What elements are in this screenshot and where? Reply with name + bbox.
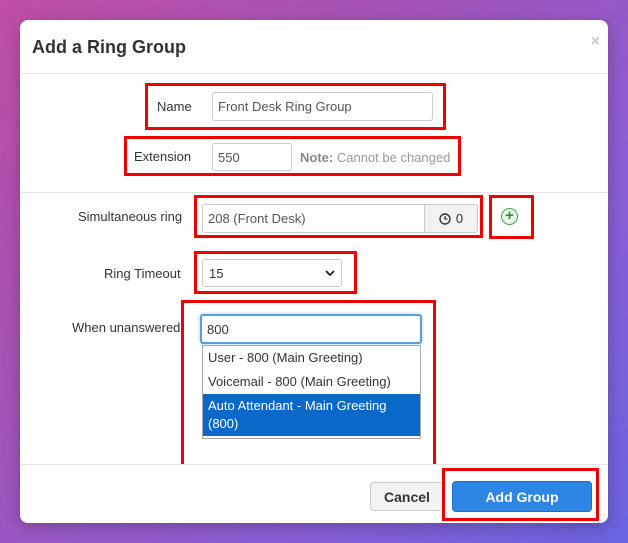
extension-input[interactable]: 550	[212, 143, 292, 171]
add-ring-group-dialog: Add a Ring Group × Name Front Desk Ring …	[20, 20, 608, 523]
close-icon[interactable]: ×	[591, 33, 600, 51]
extension-label: Extension	[134, 149, 192, 164]
chevron-down-icon	[325, 269, 335, 276]
add-group-button[interactable]: Add Group	[452, 481, 592, 512]
note-prefix: Note:	[300, 150, 334, 165]
name-input[interactable]: Front Desk Ring Group	[212, 92, 433, 121]
note-text: Cannot be changed	[336, 150, 451, 165]
when-unanswered-input[interactable]: 800	[200, 314, 422, 344]
ring-delay-value: 0	[455, 211, 464, 226]
dialog-footer: Cancel Add Group	[20, 464, 608, 523]
simultaneous-ring-input[interactable]: 208 (Front Desk)	[202, 204, 425, 233]
clock-icon	[439, 212, 451, 225]
ring-delay-button[interactable]: 0	[424, 204, 478, 233]
when-unanswered-label: When unanswered	[72, 320, 181, 335]
when-unanswered-dropdown: User - 800 (Main Greeting) Voicemail - 8…	[202, 345, 421, 439]
name-label: Name	[157, 99, 192, 114]
simultaneous-ring-label: Simultaneous ring	[78, 209, 183, 224]
ring-timeout-value: 15	[209, 265, 224, 281]
plus-circle-icon[interactable]: +	[501, 208, 518, 225]
cancel-button[interactable]: Cancel	[370, 482, 444, 511]
extension-note: Note: Cannot be changed	[300, 150, 450, 165]
section-divider	[20, 192, 608, 193]
dropdown-option-auto-attendant[interactable]: Auto Attendant - Main Greeting (800)	[203, 394, 420, 436]
dialog-title: Add a Ring Group	[32, 37, 186, 57]
ring-timeout-select[interactable]: 15	[202, 259, 342, 287]
dialog-header: Add a Ring Group ×	[20, 20, 608, 74]
dropdown-option-voicemail[interactable]: Voicemail - 800 (Main Greeting)	[203, 370, 420, 394]
dropdown-option-user[interactable]: User - 800 (Main Greeting)	[203, 346, 420, 370]
ring-timeout-label: Ring Timeout	[104, 266, 181, 281]
